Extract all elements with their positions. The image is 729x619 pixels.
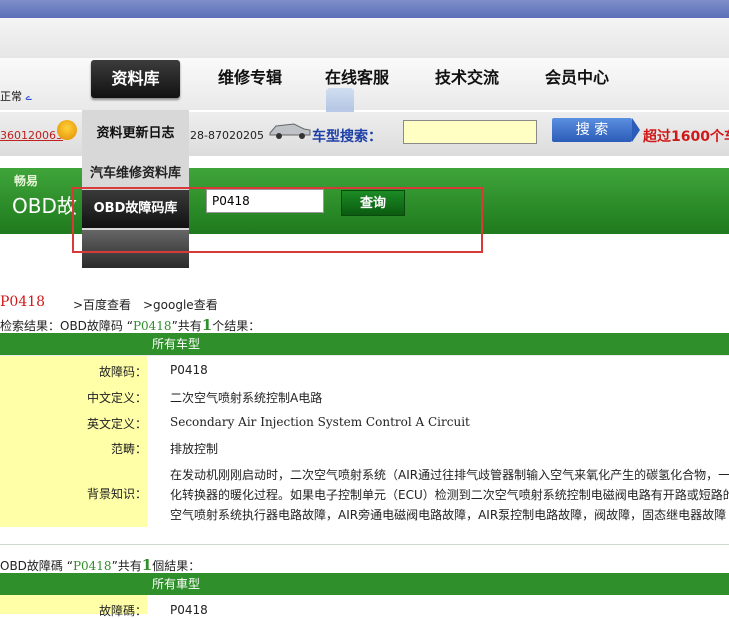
main-nav: 资料库 维修专辑 在线客服 技术交流 会员中心: [0, 58, 729, 110]
label-background: 背景知识：: [86, 487, 147, 501]
summary-post: 个结果：: [212, 319, 261, 333]
value-code-traditional: P0418: [170, 603, 208, 617]
value-background: 在发动机刚刚启动时，二次空气喷射系统（AIR通过往排气歧管器制输入空气来氧化产生…: [170, 465, 729, 525]
nav-item-data-library[interactable]: 资料库: [91, 60, 180, 98]
section-header: 所有车型: [0, 333, 729, 355]
summary-mid: ”共有: [111, 559, 142, 573]
label-cn-definition: 中文定义：: [86, 391, 147, 405]
label-category: 范畴：: [110, 442, 147, 456]
summary-count: 1: [201, 316, 213, 334]
nav-item-repair-album[interactable]: 维修专辑: [204, 58, 296, 98]
top-strip: [0, 0, 729, 18]
divider: [0, 544, 729, 545]
section-header-traditional: 所有車型: [0, 573, 729, 595]
menu-item-update-log[interactable]: 资料更新日志: [82, 122, 189, 141]
value-code: P0418: [170, 363, 208, 377]
value-cn-definition: 二次空气喷射系统控制A电路: [170, 391, 323, 405]
result-summary-traditional: OBD故障碼 “P0418”共有1個結果：: [0, 556, 200, 574]
nav-item-member-center[interactable]: 会员中心: [534, 58, 620, 98]
model-search-label: 车型搜索：: [312, 129, 382, 145]
baidu-link[interactable]: >百度查看: [73, 296, 131, 313]
label-code: 故障码：: [98, 365, 147, 379]
summary-mid: ”共有: [171, 319, 202, 333]
background-line: 化转换器的暖化过程。如果电子控制单元（ECU）检测到二次空气喷射系统控制电磁阀电…: [170, 488, 729, 502]
car-icon: [269, 123, 311, 139]
banner-title: OBD故: [12, 194, 77, 218]
nav-item-tech-exchange[interactable]: 技术交流: [424, 58, 510, 98]
summary-count: 1: [141, 556, 153, 574]
banner-small-title: 畅易: [14, 174, 39, 188]
promo-text: 超过1600个车: [643, 129, 729, 145]
divider: [0, 355, 729, 356]
value-en-definition: Secondary Air Injection System Control A…: [170, 415, 470, 429]
status-link[interactable]: ے: [26, 90, 32, 103]
summary-code: P0418: [72, 559, 112, 573]
highlight-box: [72, 187, 483, 253]
google-link[interactable]: >google查看: [143, 296, 218, 313]
search-arrow-icon: [632, 118, 640, 142]
menu-item-repair-library[interactable]: 汽车维修资料库: [82, 162, 189, 181]
summary-prefix: OBD故障碼 “: [0, 559, 73, 573]
section-header-label: 所有車型: [152, 577, 201, 591]
status-text: 正常 ے: [0, 88, 32, 104]
label-code-traditional: 故障碼：: [98, 604, 147, 618]
summary-post: 個結果：: [152, 559, 201, 573]
background-line: 在发动机刚刚启动时，二次空气喷射系统（AIR通过往排气歧管器制输入空气来氧化产生…: [170, 468, 729, 482]
result-summary: 检索结果：OBD故障码 “P0418”共有1个结果：: [0, 316, 260, 334]
status-label: 正常: [0, 90, 22, 103]
section-header-label: 所有车型: [152, 337, 201, 351]
qq-icon[interactable]: [57, 120, 77, 140]
phone-link[interactable]: 360120063: [0, 129, 63, 142]
header-band: [0, 18, 729, 59]
search-button[interactable]: 搜 索: [552, 118, 632, 142]
model-search-input[interactable]: [403, 120, 537, 144]
label-en-definition: 英文定义：: [86, 417, 147, 431]
phone-number: 28-87020205: [190, 129, 264, 142]
result-code-title: P0418: [0, 294, 46, 310]
background-line: 空气喷射系统执行器电路故障，AIR旁通电磁阀电路故障，AIR泵控制电路故障，阀故…: [170, 508, 727, 522]
summary-prefix: 检索结果：OBD故障码 “: [0, 319, 133, 333]
value-category: 排放控制: [170, 442, 219, 456]
summary-code: P0418: [132, 319, 172, 333]
